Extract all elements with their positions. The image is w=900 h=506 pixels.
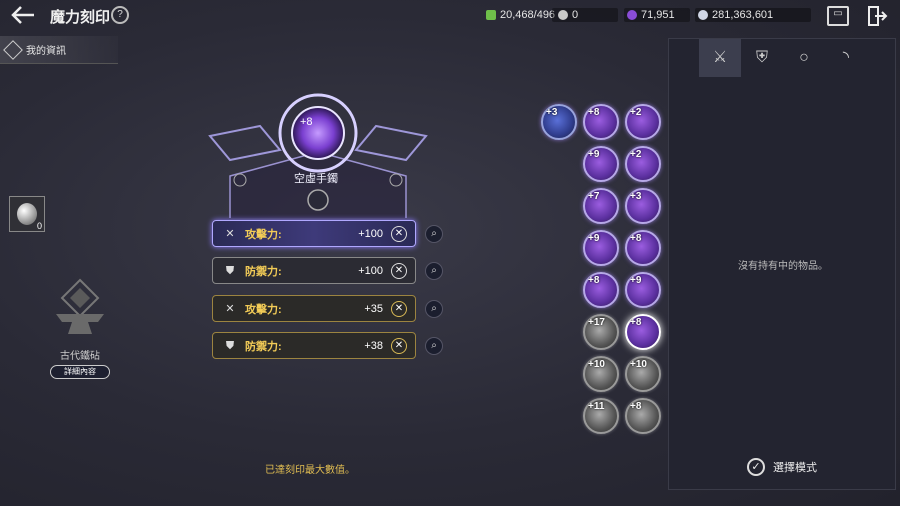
magnifier-icon: ⌕ bbox=[431, 228, 437, 239]
stat-row-2[interactable]: ⛊ 防禦力: +100 ✕ bbox=[212, 257, 416, 284]
equipped-item-orb[interactable]: +3 bbox=[541, 104, 577, 140]
armor-icon: ⛨ bbox=[755, 49, 768, 66]
emblem-level: +8 bbox=[300, 116, 313, 128]
inventory-item-orb[interactable]: +8 bbox=[625, 398, 661, 434]
currency-orb: 281,363,601 bbox=[698, 8, 773, 22]
inventory-item-orb[interactable]: +10 bbox=[625, 356, 661, 392]
inventory-item-orb[interactable]: +11 bbox=[583, 398, 619, 434]
stat-detail-button-3[interactable]: ⌕ bbox=[425, 300, 443, 318]
ring-icon: ○ bbox=[799, 49, 809, 66]
exit-button[interactable] bbox=[866, 5, 888, 27]
stat-detail-button-2[interactable]: ⌕ bbox=[425, 262, 443, 280]
my-info-label: 我的資訊 bbox=[26, 46, 66, 57]
shield-icon: ⛊ bbox=[225, 339, 235, 352]
item-panel: ⚔ ⛨ ○ ◝ 沒有持有中的物品。 ✓ 選擇模式 bbox=[668, 38, 896, 490]
inventory-item-orb[interactable]: +9 bbox=[625, 272, 661, 308]
inventory-item-orb[interactable]: +2 bbox=[625, 146, 661, 182]
select-mode-label: 選擇模式 bbox=[773, 462, 817, 474]
inventory-item-orb[interactable]: +17 bbox=[583, 314, 619, 350]
currency-purple: 71,951 bbox=[627, 8, 675, 22]
details-button[interactable]: 詳細內容 bbox=[50, 365, 110, 379]
inventory-item-orb[interactable]: +3 bbox=[625, 188, 661, 224]
book-help-icon[interactable]: ? bbox=[111, 6, 129, 24]
remove-stat-button[interactable]: ✕ bbox=[391, 337, 407, 354]
inventory-item-orb[interactable]: +8 bbox=[583, 104, 619, 140]
max-value-message: 已達刻印最大數值。 bbox=[265, 465, 355, 476]
inventory-item-orb[interactable]: +7 bbox=[583, 188, 619, 224]
inventory-item-orb[interactable]: +9 bbox=[583, 146, 619, 182]
empty-message: 沒有持有中的物品。 bbox=[738, 261, 828, 272]
emblem-name: 空虛手鐲 bbox=[294, 173, 338, 185]
stat-detail-button-4[interactable]: ⌕ bbox=[425, 337, 443, 355]
tab-bracelet[interactable]: ◝ bbox=[825, 39, 867, 77]
page-title: 魔力刻印 bbox=[50, 9, 111, 26]
inventory-item-orb[interactable]: +10 bbox=[583, 356, 619, 392]
crossed-swords-icon: ✕ bbox=[225, 227, 235, 240]
stat-row-3[interactable]: ✕ 攻擊力: +35 ✕ bbox=[212, 295, 416, 322]
tab-weapon[interactable]: ⚔ bbox=[699, 39, 741, 77]
checkmark-circle-icon: ✓ bbox=[747, 458, 765, 476]
silver-coin-icon bbox=[558, 10, 568, 20]
material-stone-slot[interactable]: 0 bbox=[9, 196, 45, 232]
magnifier-icon: ⌕ bbox=[431, 303, 437, 314]
stat-row-4[interactable]: ⛊ 防禦力: +38 ✕ bbox=[212, 332, 416, 359]
magnifier-icon: ⌕ bbox=[431, 340, 437, 351]
anvil-label: 古代鐵砧 bbox=[60, 351, 100, 362]
search-diamond-icon bbox=[3, 39, 23, 60]
purple-crystal-icon bbox=[627, 10, 637, 20]
panel-tabs: ⚔ ⛨ ○ ◝ bbox=[669, 39, 895, 77]
remove-stat-button[interactable]: ✕ bbox=[391, 262, 407, 279]
bracelet-icon: ◝ bbox=[842, 49, 850, 66]
tab-armor[interactable]: ⛨ bbox=[741, 39, 783, 77]
magnifier-icon: ⌕ bbox=[431, 265, 437, 276]
remove-stat-button[interactable]: ✕ bbox=[391, 225, 407, 242]
stone-icon bbox=[17, 203, 37, 225]
silver-orb-icon bbox=[698, 10, 708, 20]
my-info-tab[interactable]: 我的資訊 bbox=[0, 36, 118, 64]
inventory-item-orb[interactable]: +2 bbox=[625, 104, 661, 140]
currency-green: 20,468/496 bbox=[486, 8, 555, 22]
crossed-swords-icon: ✕ bbox=[225, 302, 235, 315]
shield-icon: ⛊ bbox=[225, 264, 235, 277]
engraving-emblem bbox=[208, 93, 428, 218]
inventory-item-orb[interactable]: +8 bbox=[625, 314, 661, 350]
mailbox-icon: ▭ bbox=[833, 8, 843, 19]
back-button[interactable] bbox=[10, 4, 38, 28]
anvil-icon bbox=[56, 278, 104, 334]
green-gem-icon bbox=[486, 10, 496, 20]
arrow-left-icon bbox=[11, 6, 34, 24]
tab-ring[interactable]: ○ bbox=[783, 39, 825, 77]
stone-count: 0 bbox=[36, 221, 42, 231]
ancient-anvil: 古代鐵砧 詳細內容 bbox=[38, 278, 122, 379]
mailbox-button[interactable]: ▭ bbox=[827, 6, 849, 26]
inventory-item-orb[interactable]: +9 bbox=[583, 230, 619, 266]
crossed-swords-icon: ⚔ bbox=[712, 49, 728, 66]
inventory-item-orb[interactable]: +8 bbox=[625, 230, 661, 266]
stat-detail-button-1[interactable]: ⌕ bbox=[425, 225, 443, 243]
stat-row-1[interactable]: ✕ 攻擊力: +100 ✕ bbox=[212, 220, 416, 247]
inventory-item-orb[interactable]: +8 bbox=[583, 272, 619, 308]
remove-stat-button[interactable]: ✕ bbox=[391, 300, 407, 317]
exit-door-icon bbox=[868, 6, 888, 26]
select-mode-button[interactable]: ✓ 選擇模式 bbox=[747, 458, 817, 476]
currency-silver: 0 bbox=[558, 8, 578, 22]
